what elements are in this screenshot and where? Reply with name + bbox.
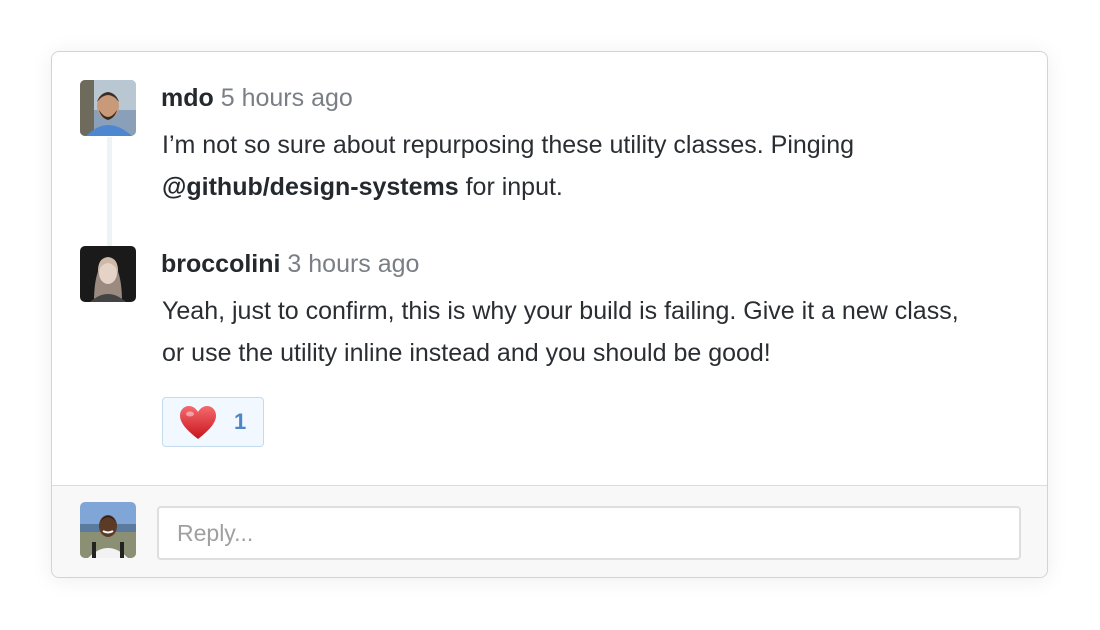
avatar-broccolini-image: [80, 246, 136, 302]
comment-body-text: for input.: [458, 173, 563, 201]
comment-author[interactable]: mdo: [161, 84, 214, 112]
avatar[interactable]: [80, 502, 136, 558]
team-mention-link[interactable]: @github/design-systems: [162, 173, 459, 201]
reply-input[interactable]: [157, 506, 1021, 560]
comment-timestamp[interactable]: 5 hours ago: [221, 84, 353, 112]
avatar[interactable]: [80, 246, 136, 302]
avatar[interactable]: [80, 80, 136, 136]
comment-body: Yeah, just to confirm, this is why your …: [162, 297, 959, 367]
heart-reaction-button[interactable]: 1: [162, 397, 264, 447]
thread-connector-line: [107, 137, 112, 247]
comment-timestamp[interactable]: 3 hours ago: [287, 250, 419, 278]
comment-author[interactable]: broccolini: [161, 250, 280, 278]
comment-header: broccolini 3 hours ago: [161, 249, 419, 279]
avatar-current-user-image: [80, 502, 136, 558]
heart-icon: [179, 405, 217, 446]
comment-body-text: I’m not so sure about repurposing these …: [162, 131, 855, 159]
comment-header: mdo 5 hours ago: [161, 83, 353, 113]
reaction-count: 1: [234, 409, 247, 434]
comment-thread-card: mdo 5 hours ago I’m not so sure about re…: [51, 51, 1048, 578]
avatar-mdo-image: [80, 80, 136, 136]
comment-body: I’m not so sure about repurposing these …: [162, 124, 982, 208]
reply-footer: [52, 485, 1047, 577]
